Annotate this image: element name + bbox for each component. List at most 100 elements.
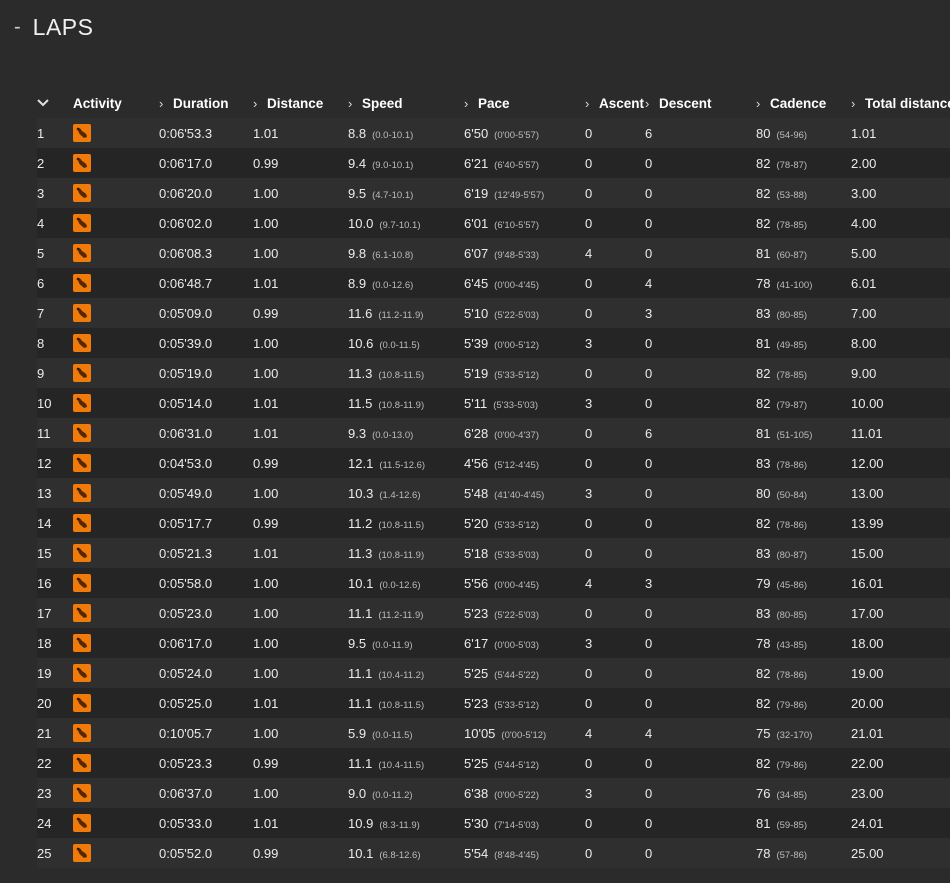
column-header-duration[interactable]: › Duration <box>159 88 253 118</box>
table-row[interactable]: 9 0:05'19.0 1.00 11.3 (10.8-11.5) 5'19 (5'33-5… <box>37 358 950 388</box>
speed-value: 11.3 <box>348 365 373 381</box>
speed-cell: 10.6 (0.0-11.5) <box>348 328 464 358</box>
speed-cell: 10.9 (8.3-11.9) <box>348 808 464 838</box>
table-row[interactable]: 1 0:06'53.3 1.01 8.8 (0.0-10.1) 6'50 (0'00-5'5… <box>37 118 950 148</box>
cadence-cell: 76 (34-85) <box>756 778 851 808</box>
table-row[interactable]: 11 0:06'31.0 1.01 9.3 (0.0-13.0) 6'28 (0'00-4'… <box>37 418 950 448</box>
table-row[interactable]: 6 0:06'48.7 1.01 8.9 (0.0-12.6) 6'45 (0'00-4'4… <box>37 268 950 298</box>
distance-cell: 1.00 <box>253 658 348 688</box>
running-shoe-icon <box>73 424 91 442</box>
chevron-right-icon[interactable]: › <box>348 96 362 111</box>
chevron-right-icon[interactable]: › <box>756 96 770 111</box>
lap-number: 10 <box>37 388 73 418</box>
descent-cell: 0 <box>645 598 756 628</box>
speed-range: (11.2-11.9) <box>378 309 424 321</box>
table-row[interactable]: 4 0:06'02.0 1.00 10.0 (9.7-10.1) 6'01 (6'10-5'… <box>37 208 950 238</box>
lap-number: 6 <box>37 268 73 298</box>
table-row[interactable]: 3 0:06'20.0 1.00 9.5 (4.7-10.1) 6'19 (12'49-5'… <box>37 178 950 208</box>
total-distance-cell: 24.01 <box>851 808 950 838</box>
pace-value: 6'38 <box>464 785 489 801</box>
column-header-distance[interactable]: › Distance <box>253 88 348 118</box>
column-header-total-distance[interactable]: › Total distance <box>851 88 950 118</box>
total-distance-cell: 11.01 <box>851 418 950 448</box>
lap-number: 1 <box>37 118 73 148</box>
table-row[interactable]: 16 0:05'58.0 1.00 10.1 (0.0-12.6) 5'56 (0'00-4… <box>37 568 950 598</box>
descent-cell: 6 <box>645 418 756 448</box>
table-row[interactable]: 13 0:05'49.0 1.00 10.3 (1.4-12.6) 5'48 (41'40-… <box>37 478 950 508</box>
table-row[interactable]: 7 0:05'09.0 0.99 11.6 (11.2-11.9) 5'10 (5'22-5… <box>37 298 950 328</box>
column-header-label: Distance <box>267 95 324 111</box>
cadence-value: 81 <box>756 335 771 351</box>
cadence-value: 83 <box>756 545 771 561</box>
pace-value: 6'21 <box>464 155 489 171</box>
lap-number: 22 <box>37 748 73 778</box>
pace-range: (0'00-5'12) <box>501 729 547 741</box>
cadence-cell: 82 (79-87) <box>756 388 851 418</box>
pace-cell: 5'54 (8'48-4'45) <box>464 838 585 868</box>
activity-cell <box>73 358 159 388</box>
column-header-ascent[interactable]: › Ascent <box>585 88 645 118</box>
speed-value: 9.5 <box>348 185 367 201</box>
column-header-activity[interactable]: Activity <box>73 88 159 118</box>
speed-value: 10.9 <box>348 815 374 831</box>
duration-cell: 0:06'37.0 <box>159 778 253 808</box>
pace-range: (5'22-5'03) <box>494 609 539 621</box>
table-row[interactable]: 17 0:05'23.0 1.00 11.1 (11.2-11.9) 5'23 (5'22-… <box>37 598 950 628</box>
speed-value: 11.6 <box>348 305 373 321</box>
table-row[interactable]: 12 0:04'53.0 0.99 12.1 (11.5-12.6) 4'56 (5'12-… <box>37 448 950 478</box>
chevron-right-icon[interactable]: › <box>851 96 865 111</box>
chevron-right-icon[interactable]: › <box>159 96 173 111</box>
chevron-right-icon[interactable]: › <box>464 96 478 111</box>
distance-cell: 1.00 <box>253 628 348 658</box>
column-header-speed[interactable]: › Speed <box>348 88 464 118</box>
column-header-pace[interactable]: › Pace <box>464 88 585 118</box>
table-row[interactable]: 19 0:05'24.0 1.00 11.1 (10.4-11.2) 5'25 (5'44-… <box>37 658 950 688</box>
table-row[interactable]: 20 0:05'25.0 1.01 11.1 (10.8-11.5) 5'23 (5'33-… <box>37 688 950 718</box>
table-row[interactable]: 5 0:06'08.3 1.00 9.8 (6.1-10.8) 6'07 (9'48-5'3… <box>37 238 950 268</box>
column-header-label: Descent <box>659 95 712 111</box>
chevron-down-icon[interactable] <box>37 95 57 111</box>
table-row[interactable]: 25 0:05'52.0 0.99 10.1 (6.8-12.6) 5'54 (8'48-4… <box>37 838 950 868</box>
chevron-right-icon[interactable]: › <box>645 96 659 111</box>
table-row[interactable]: 23 0:06'37.0 1.00 9.0 (0.0-11.2) 6'38 (0'00-5'… <box>37 778 950 808</box>
pace-value: 5'20 <box>464 515 489 531</box>
duration-cell: 0:06'31.0 <box>159 418 253 448</box>
pace-cell: 5'48 (41'40-4'45) <box>464 478 585 508</box>
table-row[interactable]: 2 0:06'17.0 0.99 9.4 (9.0-10.1) 6'21 (6'40-5'5… <box>37 148 950 178</box>
pace-range: (5'33-5'12) <box>494 369 539 381</box>
table-row[interactable]: 22 0:05'23.3 0.99 11.1 (10.4-11.5) 5'25 (5'44-… <box>37 748 950 778</box>
table-row[interactable]: 10 0:05'14.0 1.01 11.5 (10.8-11.9) 5'11 (5'33-… <box>37 388 950 418</box>
table-row[interactable]: 21 0:10'05.7 1.00 5.9 (0.0-11.5) 10'05 (0'00-5… <box>37 718 950 748</box>
section-title: LAPS <box>32 14 94 40</box>
speed-range: (10.8-11.5) <box>378 699 425 711</box>
cadence-value: 82 <box>756 185 771 201</box>
table-row[interactable]: 14 0:05'17.7 0.99 11.2 (10.8-11.5) 5'20 (5'33-… <box>37 508 950 538</box>
cadence-cell: 80 (54-96) <box>756 118 851 148</box>
collapse-toggle[interactable]: - <box>14 12 21 42</box>
chevron-right-icon[interactable]: › <box>253 96 267 111</box>
table-row[interactable]: 18 0:06'17.0 1.00 9.5 (0.0-11.9) 6'17 (0'00-5'… <box>37 628 950 658</box>
pace-range: (5'22-5'03) <box>494 309 539 321</box>
column-header-descent[interactable]: › Descent <box>645 88 756 118</box>
chevron-right-icon[interactable]: › <box>585 96 599 111</box>
running-shoe-icon <box>73 724 91 742</box>
cadence-range: (79-86) <box>776 759 808 771</box>
pace-cell: 6'28 (0'00-4'37) <box>464 418 585 448</box>
speed-range: (10.4-11.2) <box>378 669 425 681</box>
table-row[interactable]: 15 0:05'21.3 1.01 11.3 (10.8-11.9) 5'18 (5'33-… <box>37 538 950 568</box>
cadence-value: 81 <box>756 245 771 261</box>
speed-cell: 12.1 (11.5-12.6) <box>348 448 464 478</box>
speed-value: 9.4 <box>348 155 367 171</box>
duration-cell: 0:06'02.0 <box>159 208 253 238</box>
table-row[interactable]: 8 0:05'39.0 1.00 10.6 (0.0-11.5) 5'39 (0'00-5'… <box>37 328 950 358</box>
sort-column-header[interactable] <box>37 88 73 118</box>
total-distance-cell: 19.00 <box>851 658 950 688</box>
table-row[interactable]: 24 0:05'33.0 1.01 10.9 (8.3-11.9) 5'30 (7'14-5… <box>37 808 950 838</box>
speed-value: 5.9 <box>348 725 367 741</box>
total-distance-cell: 17.00 <box>851 598 950 628</box>
laps-section-header[interactable]: - LAPS <box>14 12 94 42</box>
activity-cell <box>73 268 159 298</box>
speed-value: 10.1 <box>348 575 374 591</box>
descent-cell: 0 <box>645 358 756 388</box>
column-header-cadence[interactable]: › Cadence <box>756 88 851 118</box>
